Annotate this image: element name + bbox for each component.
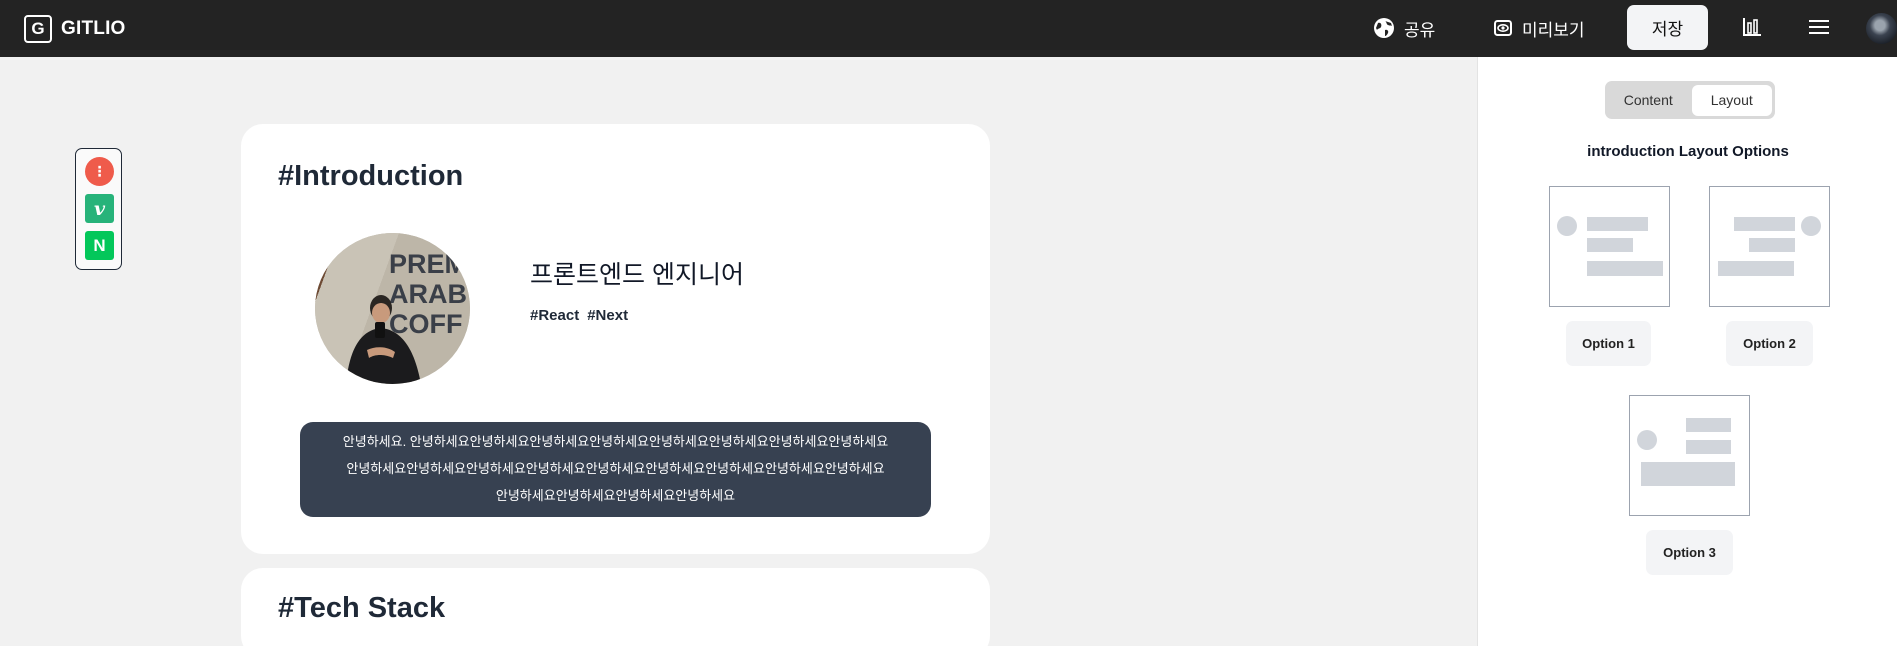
naver-icon[interactable]: N [85, 231, 114, 260]
bio-text: 안녕하세요. 안녕하세요안녕하세요안녕하세요안녕하세요안녕하세요안녕하세요안녕하… [300, 422, 931, 517]
bar-chart-icon [1743, 18, 1761, 36]
job-title: 프론트엔드 엔지니어 [530, 261, 744, 289]
share-label: 공유 [1404, 20, 1436, 40]
tab-layout[interactable]: Layout [1691, 84, 1772, 116]
section-title: #Introduction [278, 160, 464, 192]
panel-title: introduction Layout Options [1587, 143, 1789, 160]
save-button[interactable]: 저장 [1627, 5, 1708, 50]
logo-icon: G [24, 14, 52, 43]
tag: #React [530, 307, 580, 324]
user-avatar[interactable] [1866, 13, 1897, 44]
tistory-icon[interactable]: ⋮ [85, 157, 114, 186]
option-2-button[interactable]: Option 2 [1726, 321, 1813, 366]
layout-option-3-preview[interactable] [1629, 395, 1750, 516]
tag-list: #React #Next [530, 307, 628, 324]
brand[interactable]: G GITLIO [24, 14, 126, 43]
layout-panel: Content Layout introduction Layout Optio… [1477, 57, 1897, 646]
globe-icon [1374, 18, 1394, 38]
section-title: #Tech Stack [278, 592, 446, 624]
social-links: ⋮ v N [75, 148, 122, 270]
stats-button[interactable] [1741, 16, 1763, 38]
option-1-button[interactable]: Option 1 [1566, 321, 1651, 366]
tag: #Next [587, 307, 629, 324]
introduction-section[interactable]: #Introduction PREM ARAB COFF 프론트엔드 엔지니어 #R… [241, 124, 990, 554]
preview-label: 미리보기 [1522, 20, 1585, 40]
tech-stack-section[interactable]: #Tech Stack [241, 568, 990, 646]
top-bar: G GITLIO 공유 미리보기 저장 [0, 0, 1897, 57]
layout-option-2-preview[interactable] [1709, 186, 1830, 307]
bio-line: 안녕하세요안녕하세요안녕하세요안녕하세요안녕하세요안녕하세요안녕하세요안녕하세요… [346, 461, 885, 476]
bio-line: 안녕하세요. 안녕하세요안녕하세요안녕하세요안녕하세요안녕하세요안녕하세요안녕하… [342, 434, 889, 449]
tab-content[interactable]: Content [1608, 85, 1689, 116]
content-layout-toggle: Content Layout [1605, 81, 1775, 119]
menu-icon [1809, 20, 1829, 34]
layout-option-1-preview[interactable] [1549, 186, 1670, 307]
eye-icon [1494, 20, 1512, 36]
brand-name: GITLIO [61, 17, 126, 39]
bio-line: 안녕하세요안녕하세요안녕하세요안녕하세요 [495, 488, 736, 503]
share-button[interactable]: 공유 [1373, 14, 1435, 42]
profile-photo: PREM ARAB COFF [315, 233, 470, 384]
menu-button[interactable] [1808, 17, 1830, 37]
velog-icon[interactable]: v [85, 194, 114, 223]
preview-button[interactable]: 미리보기 [1493, 14, 1585, 42]
option-3-button[interactable]: Option 3 [1646, 530, 1733, 575]
